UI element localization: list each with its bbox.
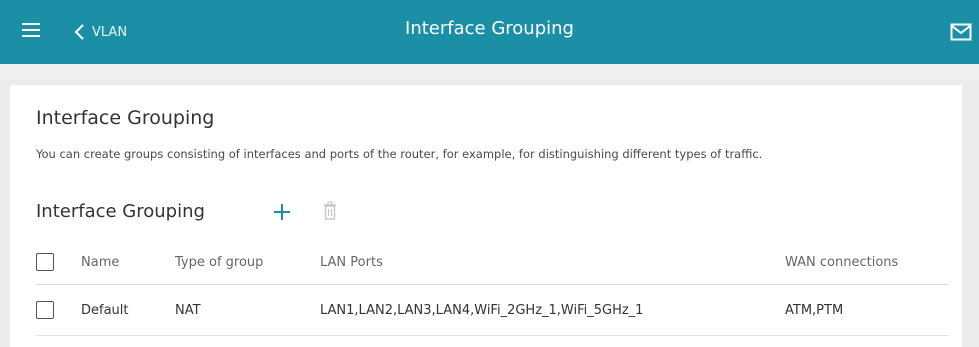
lan-ports-cell: LAN1,LAN2,LAN3,LAN4,WiFi_2GHz_1,WiFi_5GH… — [320, 303, 644, 318]
groups-table: Name Type of group LAN Ports WAN connect… — [36, 240, 949, 336]
section-heading: Interface Grouping — [36, 107, 215, 129]
select-all-checkbox[interactable] — [36, 253, 54, 271]
sub-header-strip — [0, 64, 979, 80]
column-header-wan-connections[interactable]: WAN connections — [785, 255, 898, 270]
trash-icon[interactable] — [323, 201, 337, 221]
column-header-lan-ports[interactable]: LAN Ports — [320, 255, 383, 270]
add-group-button[interactable] — [273, 203, 291, 221]
table-header-row: Name Type of group LAN Ports WAN connect… — [36, 240, 949, 285]
section-description: You can create groups consisting of inte… — [36, 147, 763, 161]
content-card: Interface Grouping You can create groups… — [10, 85, 962, 347]
column-header-name[interactable]: Name — [81, 255, 119, 270]
groups-heading: Interface Grouping — [36, 201, 205, 222]
top-bar: VLAN Interface Grouping — [0, 0, 979, 64]
table-row[interactable]: Default NAT LAN1,LAN2,LAN3,LAN4,WiFi_2GH… — [36, 285, 949, 336]
group-name-cell: Default — [81, 303, 129, 318]
mail-icon[interactable] — [950, 23, 972, 41]
wan-connections-cell: ATM,PTM — [785, 303, 844, 318]
group-type-cell: NAT — [175, 303, 201, 318]
column-header-type[interactable]: Type of group — [175, 255, 263, 270]
page-title: Interface Grouping — [405, 18, 574, 39]
row-checkbox[interactable] — [36, 301, 54, 319]
